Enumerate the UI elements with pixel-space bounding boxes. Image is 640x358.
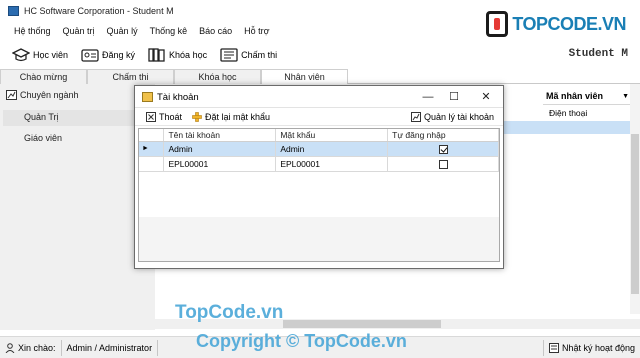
exit-label: Thoát bbox=[159, 111, 183, 122]
id-card-icon bbox=[81, 49, 99, 62]
register-label: Đăng ký bbox=[102, 50, 136, 60]
left-panel-header-label: Chuyên ngành bbox=[20, 90, 79, 100]
log-icon bbox=[548, 342, 559, 353]
activity-log-button[interactable]: Nhật ký hoạt động bbox=[542, 339, 640, 356]
manage-accounts-label: Quản lý tài khoản bbox=[423, 111, 494, 122]
col-username[interactable]: Tên tài khoản bbox=[163, 129, 277, 142]
chart-icon bbox=[6, 90, 17, 100]
tab-staff[interactable]: Nhân viên bbox=[261, 69, 348, 84]
exit-icon bbox=[146, 111, 156, 122]
watermark-copyright: Copyright © TopCode.vn bbox=[196, 331, 407, 351]
tab-strip: Chào mừng Chấm thi Khóa học Nhân viên bbox=[0, 69, 348, 84]
staff-grid-cell: Điện thoại bbox=[549, 108, 588, 118]
table-row[interactable]: EPL00001 EPL00001 bbox=[139, 156, 499, 172]
horizontal-scroll-thumb[interactable] bbox=[283, 320, 441, 328]
vertical-scroll-thumb[interactable] bbox=[631, 134, 639, 294]
status-greeting: Xin chào: bbox=[0, 339, 62, 356]
status-greeting-label: Xin chào: bbox=[18, 342, 56, 353]
cell-username[interactable]: EPL00001 bbox=[163, 156, 277, 172]
accounts-grid: Tên tài khoản Mật khẩu Tự đăng nhập ► Ad… bbox=[138, 128, 500, 262]
minimize-icon[interactable]: — bbox=[415, 89, 441, 105]
cell-password[interactable]: Admin bbox=[275, 141, 389, 157]
tab-welcome[interactable]: Chào mừng bbox=[0, 69, 87, 84]
students-label: Học viên bbox=[33, 50, 69, 60]
left-panel-item-giao-vien[interactable]: Giáo viên bbox=[24, 133, 62, 143]
window-title: HC Software Corporation - Student M bbox=[24, 6, 174, 16]
chart-icon bbox=[410, 111, 421, 122]
menu-quan-tri[interactable]: Quản trị bbox=[57, 26, 101, 36]
cell-password[interactable]: EPL00001 bbox=[275, 156, 389, 172]
staff-grid-column-label: Mã nhân viên bbox=[546, 91, 604, 101]
cell-auto-login[interactable] bbox=[387, 141, 499, 157]
cell-auto-login[interactable] bbox=[387, 156, 499, 172]
books-icon bbox=[148, 48, 165, 62]
dialog-title: Tài khoản bbox=[157, 92, 199, 103]
menu-thong-ke[interactable]: Thống kê bbox=[144, 26, 194, 36]
app-window: HC Software Corporation - Student M TOPC… bbox=[0, 0, 640, 358]
exit-button[interactable]: Thoát bbox=[141, 109, 187, 125]
main-toolbar: Học viên Đăng ký Khóa học Chấm thi bbox=[0, 40, 640, 70]
grid-empty-area bbox=[139, 217, 499, 261]
col-password[interactable]: Mật khẩu bbox=[275, 129, 389, 142]
reset-password-button[interactable]: Đặt lại mật khẩu bbox=[187, 109, 275, 125]
auto-login-checkbox[interactable] bbox=[438, 144, 448, 154]
auto-login-checkbox[interactable] bbox=[438, 159, 448, 169]
dialog-toolbar: Thoát Đặt lại mật khẩu Quản lý tài khoản bbox=[135, 108, 503, 126]
left-panel-header[interactable]: Chuyên ngành bbox=[6, 90, 79, 100]
watermark-topcode: TopCode.vn bbox=[175, 302, 284, 323]
staff-grid-column-header[interactable]: Mã nhân viên ▼ bbox=[543, 88, 633, 105]
left-panel-item-quan-tri[interactable]: Quản Trị bbox=[24, 112, 59, 122]
grading-button[interactable]: Chấm thi bbox=[214, 43, 284, 67]
courses-button[interactable]: Khóa học bbox=[142, 43, 214, 67]
current-row-marker-icon: ► bbox=[139, 141, 165, 157]
activity-log-label: Nhật ký hoạt động bbox=[561, 342, 635, 353]
app-icon bbox=[8, 6, 19, 16]
grading-list-icon bbox=[220, 48, 238, 62]
user-icon bbox=[5, 342, 15, 353]
menu-ho-tro[interactable]: Hỗ trợ bbox=[238, 26, 275, 36]
menu-bar: Hệ thống Quản trị Quản lý Thống kê Báo c… bbox=[0, 22, 640, 40]
students-button[interactable]: Học viên bbox=[6, 43, 75, 67]
student-label: Student M bbox=[568, 48, 628, 60]
status-user: Admin / Administrator bbox=[62, 339, 159, 356]
close-icon[interactable]: ✕ bbox=[473, 89, 499, 105]
vertical-scrollbar[interactable] bbox=[630, 84, 640, 314]
register-button[interactable]: Đăng ký bbox=[75, 43, 142, 67]
plus-icon bbox=[192, 111, 202, 122]
graduation-cap-icon bbox=[12, 48, 30, 62]
menu-quan-ly[interactable]: Quản lý bbox=[101, 26, 144, 36]
tab-courses[interactable]: Khóa học bbox=[174, 69, 261, 84]
menu-he-thong[interactable]: Hệ thống bbox=[8, 26, 57, 36]
grading-label: Chấm thi bbox=[241, 50, 278, 60]
dropdown-arrow-icon: ▼ bbox=[622, 92, 629, 100]
manage-accounts-button[interactable]: Quản lý tài khoản bbox=[406, 109, 499, 125]
dialog-title-bar: Tài khoản — ☐ ✕ bbox=[135, 86, 503, 108]
staff-grid-selected-row[interactable] bbox=[500, 121, 630, 134]
col-auto-login[interactable]: Tự đăng nhập bbox=[387, 129, 499, 142]
cell-username[interactable]: Admin bbox=[163, 141, 277, 157]
courses-label: Khóa học bbox=[169, 50, 208, 60]
reset-password-label: Đặt lại mật khẩu bbox=[205, 111, 271, 122]
maximize-icon[interactable]: ☐ bbox=[441, 89, 467, 105]
row-header bbox=[139, 156, 165, 172]
tab-grading[interactable]: Chấm thi bbox=[87, 69, 174, 84]
table-row[interactable]: ► Admin Admin bbox=[139, 141, 499, 157]
row-header-corner bbox=[139, 129, 165, 142]
account-dialog: Tài khoản — ☐ ✕ Thoát Đặt lại mật khẩu Q… bbox=[134, 85, 504, 269]
dialog-app-icon bbox=[142, 92, 153, 102]
menu-bao-cao[interactable]: Báo cáo bbox=[193, 26, 238, 36]
